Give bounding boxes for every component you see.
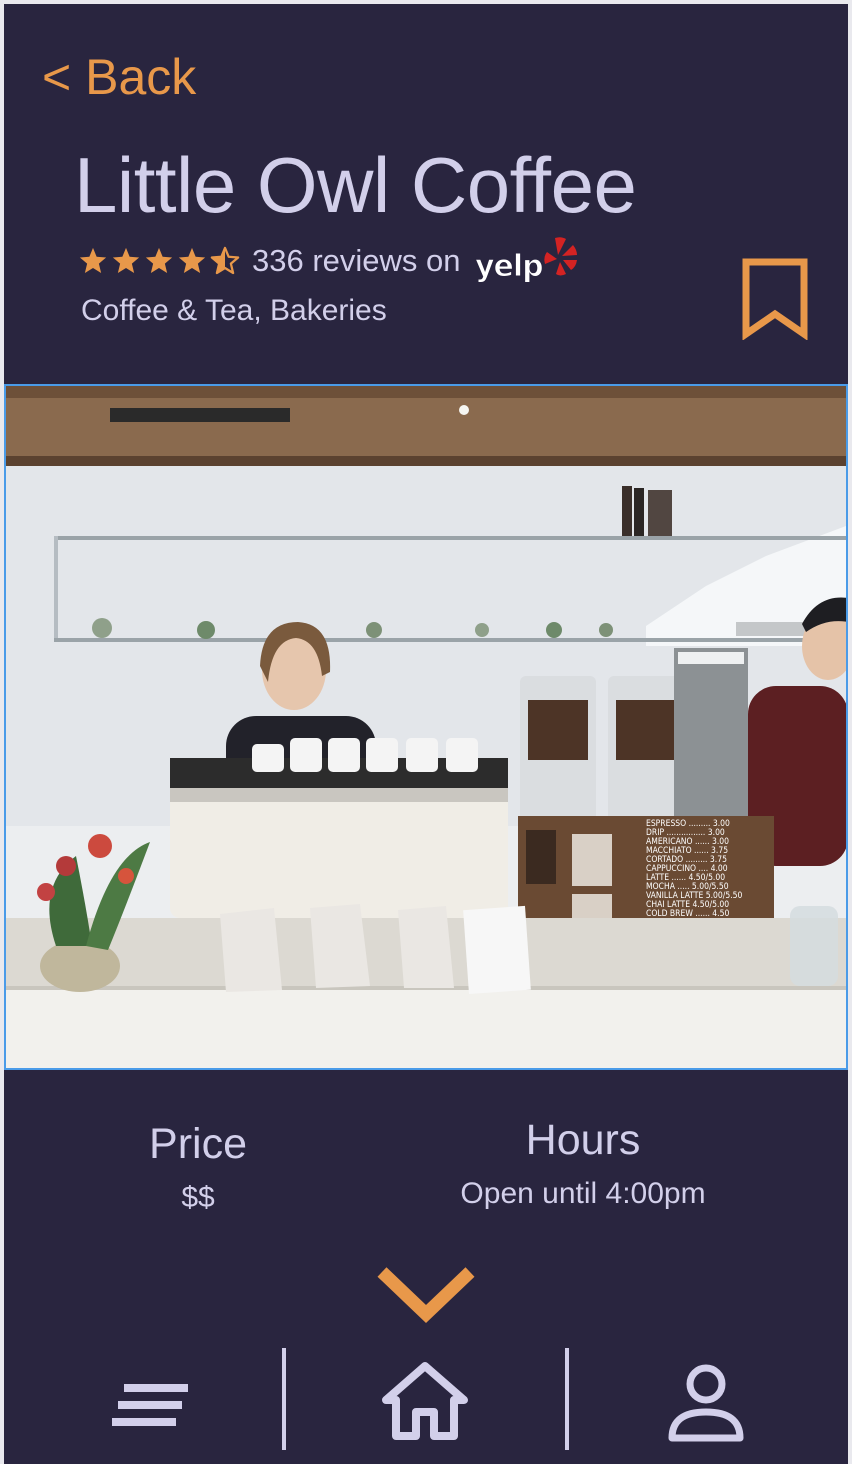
star-icon bbox=[112, 247, 140, 273]
star-icon bbox=[79, 247, 107, 273]
half-star-icon bbox=[210, 246, 240, 275]
price-label: Price bbox=[149, 1120, 247, 1168]
star-icon bbox=[145, 247, 173, 273]
business-name: Little Owl Coffee bbox=[74, 141, 637, 229]
business-detail-screen: < Back Little Owl Coffee 336 reviews on … bbox=[4, 4, 848, 1464]
business-photo[interactable]: ESPRESSO ......... 3.00 DRIP ...........… bbox=[4, 384, 848, 1070]
back-link[interactable]: < Back bbox=[42, 48, 196, 106]
hours-value: Open until 4:00pm bbox=[460, 1177, 706, 1210]
tab-divider bbox=[565, 1348, 569, 1450]
star-rating bbox=[78, 246, 240, 276]
business-categories: Coffee & Tea, Bakeries bbox=[81, 294, 387, 327]
price-value: $$ bbox=[181, 1181, 215, 1214]
bookmark-icon[interactable] bbox=[742, 258, 808, 340]
chevron-down-icon[interactable] bbox=[374, 1264, 478, 1326]
review-count: 336 reviews on bbox=[252, 243, 461, 278]
svg-text:yelp: yelp bbox=[475, 249, 543, 284]
star-icon bbox=[178, 247, 206, 273]
tab-divider bbox=[282, 1348, 286, 1450]
menu-icon[interactable] bbox=[108, 1380, 192, 1430]
hours-section: Hours Open until 4:00pm bbox=[408, 1116, 758, 1211]
bottom-tab-bar bbox=[4, 1340, 848, 1464]
profile-icon[interactable] bbox=[666, 1360, 746, 1444]
home-icon[interactable] bbox=[378, 1360, 472, 1440]
yelp-logo[interactable]: yelp bbox=[473, 236, 579, 286]
hours-label: Hours bbox=[525, 1116, 641, 1164]
price-section: Price $$ bbox=[118, 1120, 278, 1215]
rating-row: 336 reviews on yelp bbox=[78, 236, 579, 286]
